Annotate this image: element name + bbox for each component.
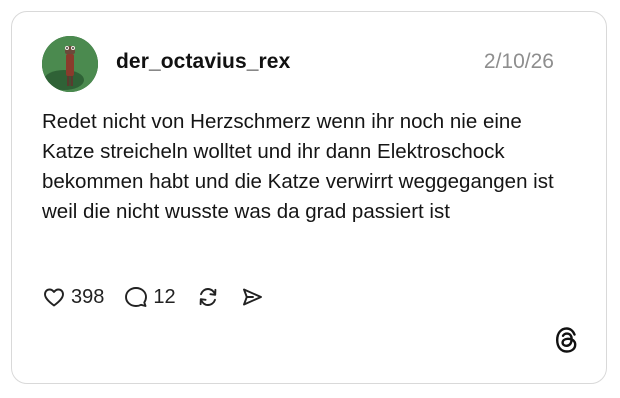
threads-logo-icon [554,326,580,359]
username[interactable]: der_octavius_rex [116,50,290,74]
send-icon [242,288,262,306]
like-button[interactable]: 398 [42,285,104,309]
heart-icon [44,288,64,307]
avatar[interactable] [42,36,98,92]
share-button[interactable] [240,285,264,309]
post-card: der_octavius_rex 2/10/26 Redet nicht von… [11,11,607,384]
speech-bubble-icon [125,287,148,307]
like-count: 398 [71,285,105,308]
repost-icon [199,288,216,306]
post-actions: 398 12 [42,284,284,310]
reply-button[interactable]: 12 [124,285,176,309]
avatar-image [42,36,98,92]
post-date: 2/10/26 [483,50,554,73]
post-text: Redet nicht von Herzschmerz wenn ihr noc… [42,110,554,223]
repost-button[interactable] [196,285,220,309]
reply-count: 12 [153,285,176,308]
